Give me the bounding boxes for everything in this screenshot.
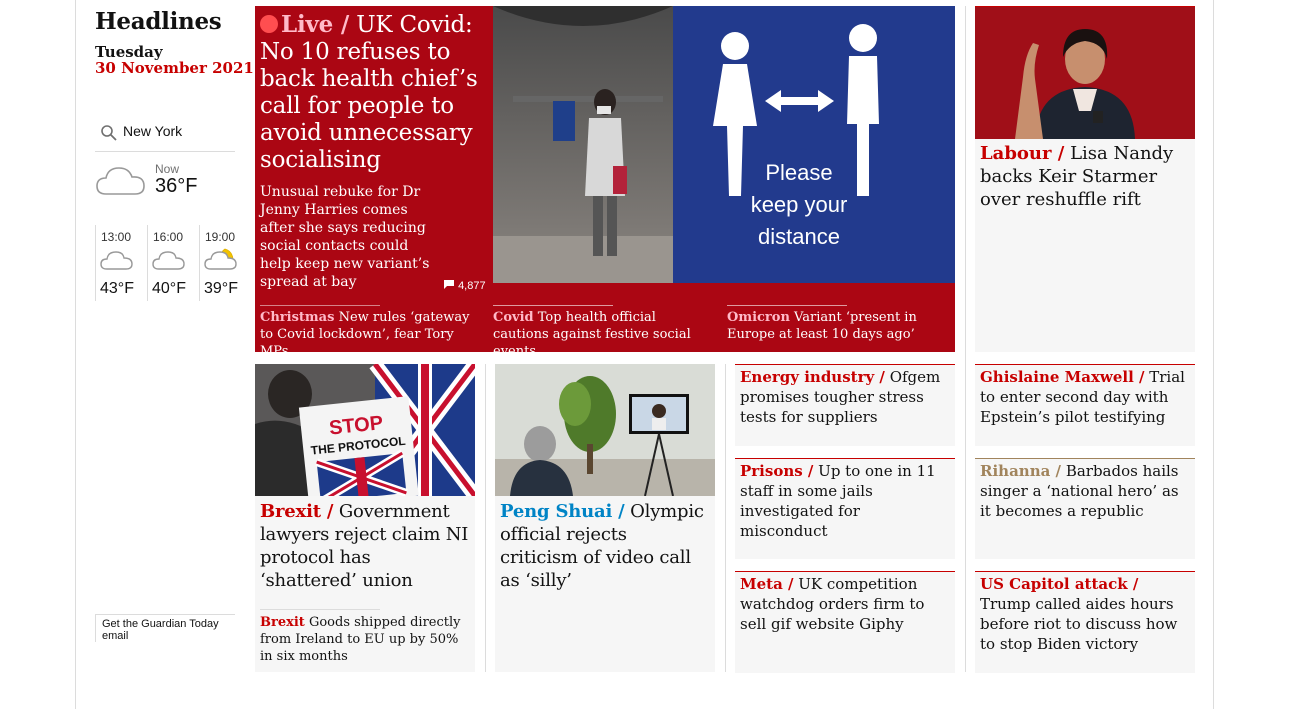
comment-count[interactable]: 4,877 [443,279,486,292]
story-headline-text: Trump called aides hours before riot to … [980,595,1178,653]
story-kicker: Peng Shuai / [500,501,625,522]
lead-image[interactable]: Please keep your distance [493,6,955,283]
story-kicker: Ghislaine Maxwell / [980,368,1145,386]
forecast-temp: 39°F [204,280,238,297]
story-image [495,364,715,496]
story-headline[interactable]: US Capitol attack / Trump called aides h… [980,574,1192,654]
page-title: Headlines [95,8,222,35]
story-headline[interactable]: Peng Shuai / Olympic official rejects cr… [500,500,710,592]
protocol-protest-photo: STOP THE PROTOCOL [255,364,475,496]
sublink-divider [260,609,380,610]
lead-sublink-text[interactable]: Christmas New rules ‘gateway to Covid lo… [260,305,482,360]
sublink-kicker: Christmas [260,310,335,325]
story-card-labour[interactable]: Labour / Lisa Nandy backs Keir Starmer o… [975,6,1195,352]
sublink-kicker: Omicron [727,310,790,325]
moon-cloud-icon [204,248,237,270]
forecast-temp: 40°F [152,280,186,297]
forecast-temp: 43°F [100,280,134,297]
story-headline[interactable]: Rihanna / Barbados hails singer a ‘natio… [980,461,1192,521]
story-kicker: Labour / [980,143,1065,164]
date-label: 30 November 2021 [95,59,254,77]
story-kicker: Meta / [740,575,794,593]
story-kicker: Brexit / [260,501,334,522]
story-kicker: Energy industry / [740,368,885,386]
story-headline[interactable]: Prisons / Up to one in 11 staff in some … [740,461,952,541]
live-kicker: Live / [281,11,350,38]
sign-line-2: keep your [751,192,848,217]
column-divider [485,364,486,672]
column-divider [725,364,726,672]
forecast-slot: 19:00 39°F [199,225,240,301]
social-distancing-photo: Please keep your distance [493,6,955,283]
story-headline[interactable]: Brexit / Government lawyers reject claim… [260,500,470,592]
lead-story-card[interactable]: Live / UK Covid: No 10 refuses to back h… [255,6,955,359]
cloud-icon [96,167,145,195]
story-card-small[interactable]: US Capitol attack / Trump called aides h… [975,571,1195,673]
story-kicker: US Capitol attack / [980,575,1139,593]
story-image [975,6,1195,139]
location-label: New York [123,123,183,139]
story-headline[interactable]: Meta / UK competition watchdog orders fi… [740,574,952,634]
weather-now-label: Now [155,162,180,176]
column-divider [965,6,966,672]
comment-count-value: 4,877 [458,280,486,292]
forecast-time: 19:00 [205,230,236,244]
story-kicker: Prisons / [740,462,814,480]
story-card-brexit[interactable]: STOP THE PROTOCOL Brexit / Government la… [255,364,475,672]
story-card-peng-shuai[interactable]: Peng Shuai / Olympic official rejects cr… [495,364,715,672]
search-icon [101,125,117,141]
email-signup-link[interactable]: Get the Guardian Today email [95,614,235,642]
story-image: STOP THE PROTOCOL [255,364,475,496]
cloud-icon [100,251,133,270]
lead-sublink-text[interactable]: Omicron Variant ‘present in Europe at le… [727,305,949,343]
live-dot-icon [260,15,278,33]
email-signup-label: Get the Guardian Today email [102,618,219,642]
forecast-slot: 13:00 43°F [95,225,148,301]
story-kicker: Rihanna / [980,462,1062,480]
sign-line-1: Please [765,160,832,185]
story-sublink[interactable]: Brexit Goods shipped directly from Irela… [260,609,470,665]
location-search[interactable]: New York [95,118,235,152]
comment-icon [444,280,454,289]
forecast-time: 13:00 [101,230,132,244]
forecast-slot: 16:00 40°F [147,225,200,301]
story-card-small[interactable]: Prisons / Up to one in 11 staff in some … [735,458,955,559]
lead-standfirst: Unusual rebuke for Dr Jenny Harries come… [260,184,430,290]
lead-sublink-text[interactable]: Covid Top health official cautions again… [493,305,715,360]
story-card-small[interactable]: Rihanna / Barbados hails singer a ‘natio… [975,458,1195,559]
story-card-small[interactable]: Ghislaine Maxwell / Trial to enter secon… [975,364,1195,446]
sign-line-3: distance [758,224,840,249]
cloud-icon [152,251,185,270]
story-headline[interactable]: Labour / Lisa Nandy backs Keir Starmer o… [980,142,1190,211]
lisa-nandy-photo [975,7,1195,139]
video-call-photo [495,364,715,496]
story-card-small[interactable]: Meta / UK competition watchdog orders fi… [735,571,955,673]
story-card-small[interactable]: Energy industry / Ofgem promises tougher… [735,364,955,446]
story-headline[interactable]: Energy industry / Ofgem promises tougher… [740,367,952,427]
sublink-kicker: Covid [493,310,534,325]
weather-now-temp: 36°F [155,175,198,197]
lead-headline[interactable]: Live / UK Covid: No 10 refuses to back h… [260,11,488,174]
forecast-time: 16:00 [153,230,184,244]
sublink-kicker: Brexit [260,615,305,630]
story-headline[interactable]: Ghislaine Maxwell / Trial to enter secon… [980,367,1192,427]
